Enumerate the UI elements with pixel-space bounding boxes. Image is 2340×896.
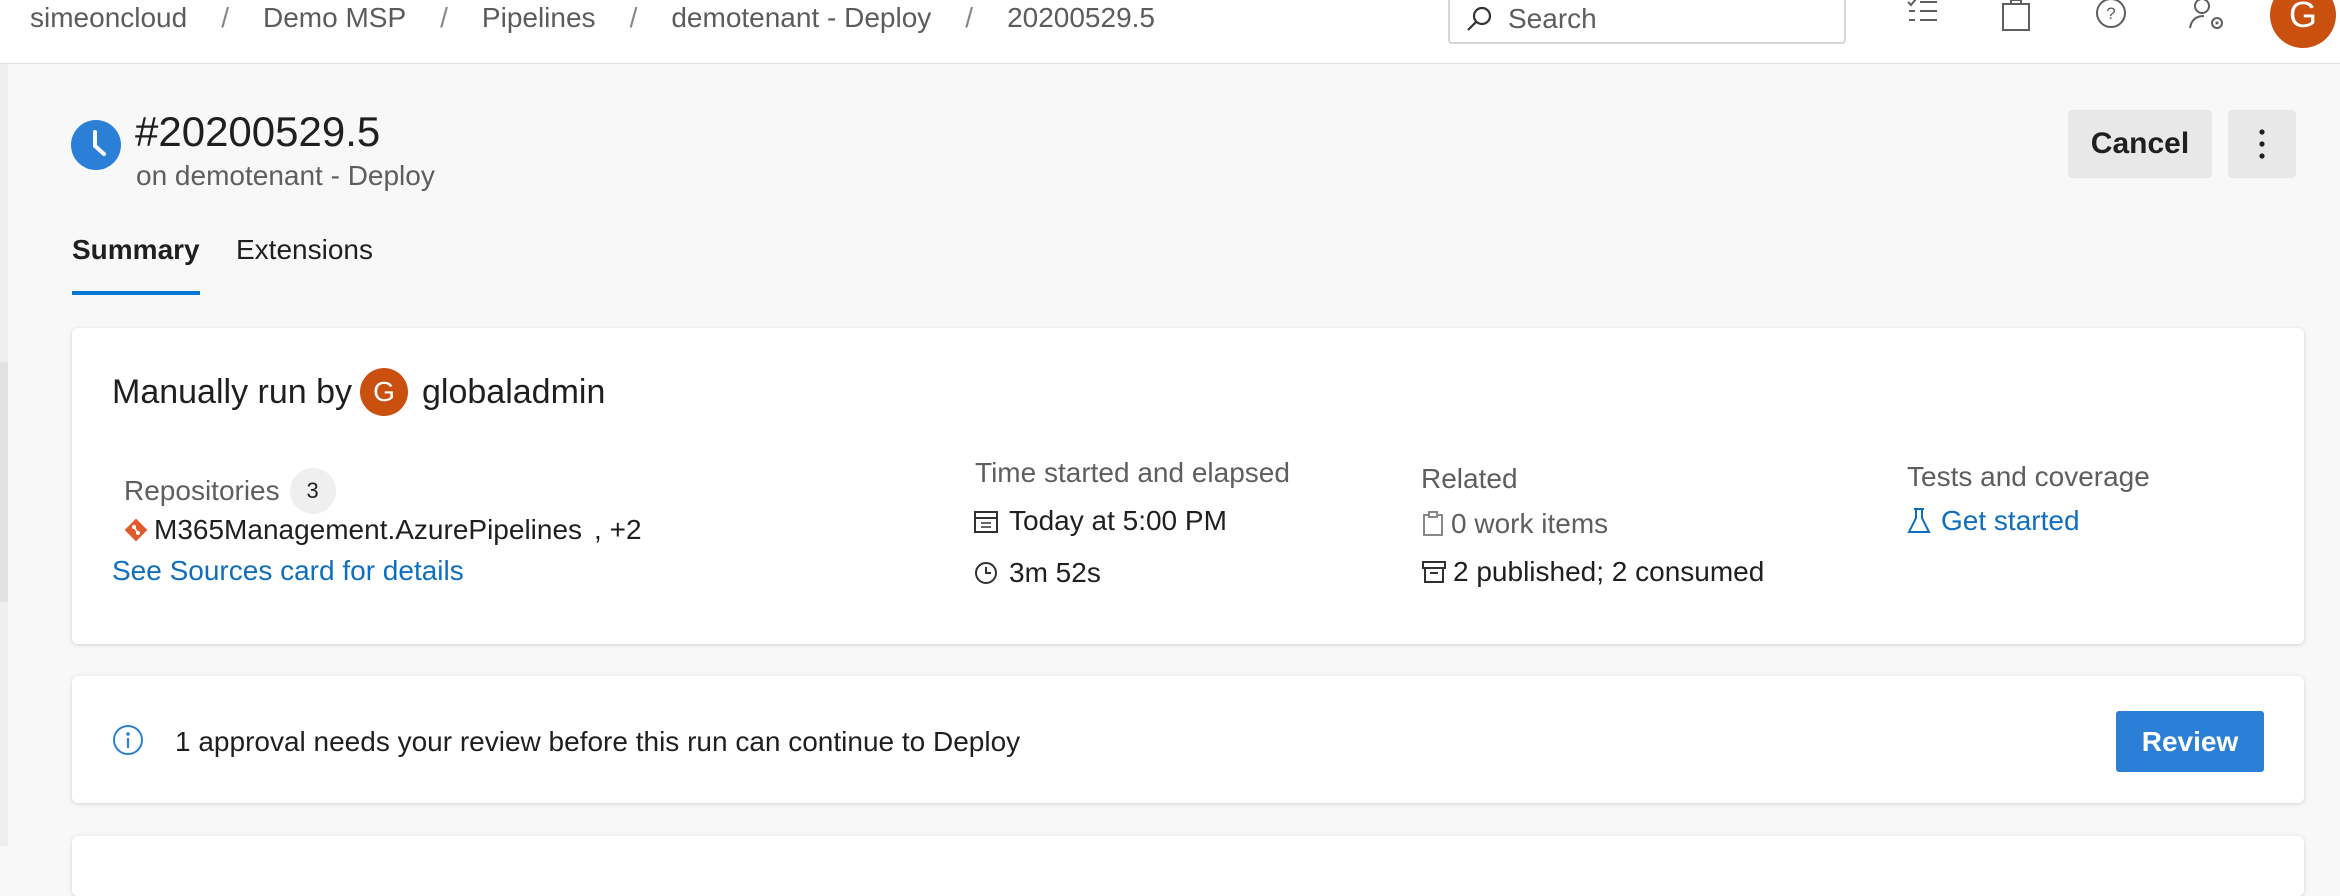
git-repo-icon — [124, 518, 148, 542]
left-rail-scroll-thumb[interactable] — [0, 362, 8, 602]
breadcrumb-item-pipelines[interactable]: Pipelines — [482, 2, 596, 34]
search-icon — [1467, 6, 1492, 31]
top-bar: simeoncloud / Demo MSP / Pipelines / dem… — [0, 0, 2340, 64]
breadcrumb-separator: / — [221, 1, 229, 33]
more-vertical-icon — [2259, 129, 2265, 159]
user-avatar[interactable]: G — [2270, 0, 2336, 48]
sources-details-link[interactable]: See Sources card for details — [112, 555, 464, 587]
breadcrumb-item-project[interactable]: Demo MSP — [263, 2, 406, 34]
artifacts-row: 2 published; 2 consumed — [1421, 556, 1764, 588]
approval-message: 1 approval needs your review before this… — [175, 726, 1021, 757]
cancel-button[interactable]: Cancel — [2068, 110, 2212, 178]
tab-extensions[interactable]: Extensions — [236, 234, 373, 266]
breadcrumb: simeoncloud / Demo MSP / Pipelines / dem… — [30, 0, 1155, 35]
more-actions-button[interactable] — [2228, 110, 2296, 178]
work-item-icon — [1423, 511, 1443, 536]
repository-extra-count: , +2 — [594, 514, 642, 545]
help-icon[interactable]: ? — [2094, 0, 2128, 30]
time-started: Today at 5:00 PM — [1009, 505, 1227, 536]
manual-run-prefix: Manually run by — [112, 372, 353, 411]
manual-run-heading: Manually run by G globaladmin — [112, 368, 605, 416]
svg-text:?: ? — [2106, 4, 2115, 23]
user-avatar-small: G — [360, 368, 409, 416]
user-settings-icon[interactable] — [2188, 0, 2226, 32]
search-box[interactable]: Search — [1448, 0, 1846, 44]
active-tab-indicator — [72, 291, 200, 295]
repository-name[interactable]: M365Management.AzurePipelines — [154, 514, 582, 546]
flask-icon — [1907, 508, 1931, 533]
repositories-count-badge: 3 — [289, 468, 336, 514]
calendar-icon — [974, 511, 998, 533]
work-items-row: 0 work items — [1421, 508, 1608, 540]
clock-icon — [71, 120, 121, 170]
tests-get-started-row[interactable]: Get started — [1907, 505, 2080, 537]
get-started-link[interactable]: Get started — [1941, 505, 2080, 537]
time-elapsed-row: 3m 52s — [973, 557, 1101, 589]
breadcrumb-separator: / — [440, 1, 448, 33]
breadcrumb-item-pipeline[interactable]: demotenant - Deploy — [671, 2, 931, 34]
marketplace-bag-icon[interactable] — [2000, 0, 2032, 32]
related-label: Related — [1421, 463, 1518, 494]
page-title: #20200529.5 — [135, 108, 381, 155]
breadcrumb-item-org[interactable]: simeoncloud — [30, 2, 187, 34]
breadcrumb-item-run[interactable]: 20200529.5 — [1007, 2, 1155, 34]
time-elapsed: 3m 52s — [1009, 557, 1101, 588]
repositories-label: Repositories — [124, 475, 280, 506]
work-items-count[interactable]: 0 work items — [1451, 508, 1608, 540]
clock-outline-icon — [975, 562, 997, 584]
search-input[interactable]: Search — [1508, 3, 1597, 35]
task-list-icon[interactable] — [1905, 0, 1939, 30]
tests-label: Tests and coverage — [1907, 461, 2150, 492]
artifacts-icon — [1422, 561, 1446, 583]
artifacts-summary[interactable]: 2 published; 2 consumed — [1453, 556, 1764, 588]
page-subtitle: on demotenant - Deploy — [136, 160, 435, 191]
time-label: Time started and elapsed — [975, 457, 1290, 488]
tab-summary[interactable]: Summary — [72, 234, 200, 266]
left-rail — [0, 64, 8, 846]
breadcrumb-separator: / — [629, 1, 638, 33]
repositories-label-row: Repositories 3 — [124, 468, 336, 514]
breadcrumb-separator: / — [965, 1, 974, 33]
time-started-row: Today at 5:00 PM — [973, 505, 1227, 537]
run-by-username[interactable]: globaladmin — [422, 373, 605, 412]
info-icon — [113, 725, 143, 755]
repository-row: M365Management.AzurePipelines , +2 — [124, 514, 642, 546]
stages-card — [72, 836, 2304, 896]
review-button[interactable]: Review — [2116, 711, 2264, 772]
